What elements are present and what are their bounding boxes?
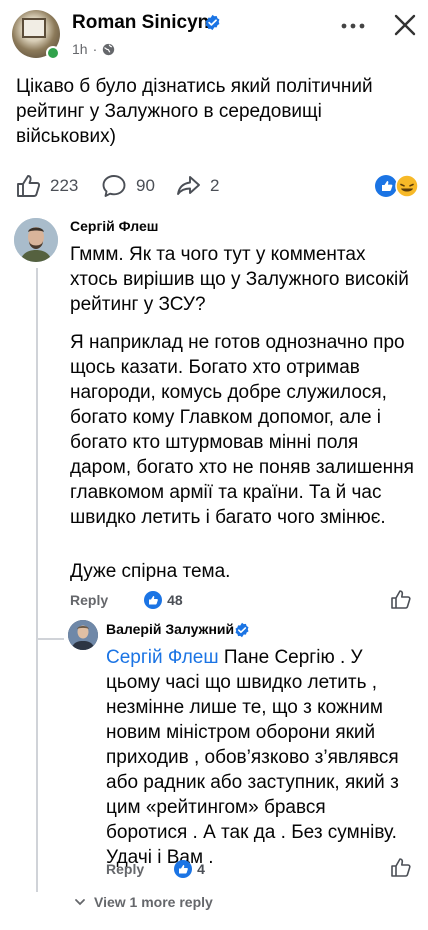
more-options-icon[interactable] xyxy=(338,14,368,38)
comment-icon xyxy=(102,175,126,197)
commenter-photo xyxy=(14,218,58,262)
reply-verified-badge-icon xyxy=(235,622,249,638)
comment-paragraph-3: Дуже спірна тема. xyxy=(70,561,231,582)
post-text: Цікаво б було дізнатись який політичний … xyxy=(16,76,373,147)
reply-like-reaction-icon xyxy=(174,860,193,878)
thread-line xyxy=(36,268,38,880)
comment-stat[interactable]: 90 xyxy=(100,172,155,200)
reply-like-count: 4 xyxy=(197,861,205,877)
reply-author-photo xyxy=(68,620,98,650)
post-time[interactable]: 1h xyxy=(72,41,88,57)
post-stats: 223 90 2 xyxy=(0,168,428,204)
like-count: 223 xyxy=(50,176,79,195)
mention-link[interactable]: Сергій Флеш xyxy=(106,647,219,668)
view-more-replies[interactable]: View 1 more reply xyxy=(74,894,213,910)
comment-like-count: 48 xyxy=(167,592,183,608)
comment-author-name[interactable]: Сергій Флеш xyxy=(70,218,158,234)
chevron-down-icon xyxy=(75,899,85,906)
like-stat[interactable]: 223 xyxy=(14,172,78,200)
reply-button[interactable]: Reply xyxy=(70,592,108,608)
comment-like-button-icon[interactable] xyxy=(389,588,413,612)
meta-separator: · xyxy=(92,41,98,57)
like-icon xyxy=(17,175,41,197)
post-author-name[interactable]: Roman Sinicyn xyxy=(72,12,209,34)
comment-paragraph-2: Я наприклад не готов однозначно про щось… xyxy=(70,332,414,528)
view-more-replies-label: View 1 more reply xyxy=(94,894,213,910)
share-count: 2 xyxy=(210,176,220,195)
post-meta: 1h · xyxy=(72,41,115,57)
close-icon[interactable] xyxy=(392,12,418,38)
share-icon xyxy=(177,176,200,195)
reply-reply-button[interactable]: Reply xyxy=(106,861,144,877)
globe-icon xyxy=(103,43,115,55)
thread-line-end xyxy=(36,880,38,892)
reply-actions: Reply 4 xyxy=(106,860,226,878)
share-stat[interactable]: 2 xyxy=(174,172,219,200)
post-header: Roman Sinicyn 1h · xyxy=(0,0,428,64)
verified-badge-icon xyxy=(205,14,220,31)
comment-actions: Reply 48 xyxy=(70,591,190,609)
like-reaction-icon xyxy=(144,591,163,609)
comment-count: 90 xyxy=(136,176,155,195)
reply-body: Пане Сергію . У цьому часі що швидко лет… xyxy=(106,647,399,868)
comment-paragraph-1: Гммм. Як та чого тут у комментах хтось в… xyxy=(70,244,409,315)
reply-text: Сергій Флеш Пане Сергію . У цьому часі щ… xyxy=(106,645,412,870)
thread-connector xyxy=(36,638,64,640)
online-status-dot xyxy=(46,46,60,60)
commenter-avatar[interactable] xyxy=(14,218,58,262)
reply-author-name[interactable]: Валерій Залужний xyxy=(106,621,234,637)
reaction-icons[interactable] xyxy=(374,174,420,198)
reply-like-button-icon[interactable] xyxy=(389,856,413,880)
reply-author-avatar[interactable] xyxy=(68,620,98,650)
